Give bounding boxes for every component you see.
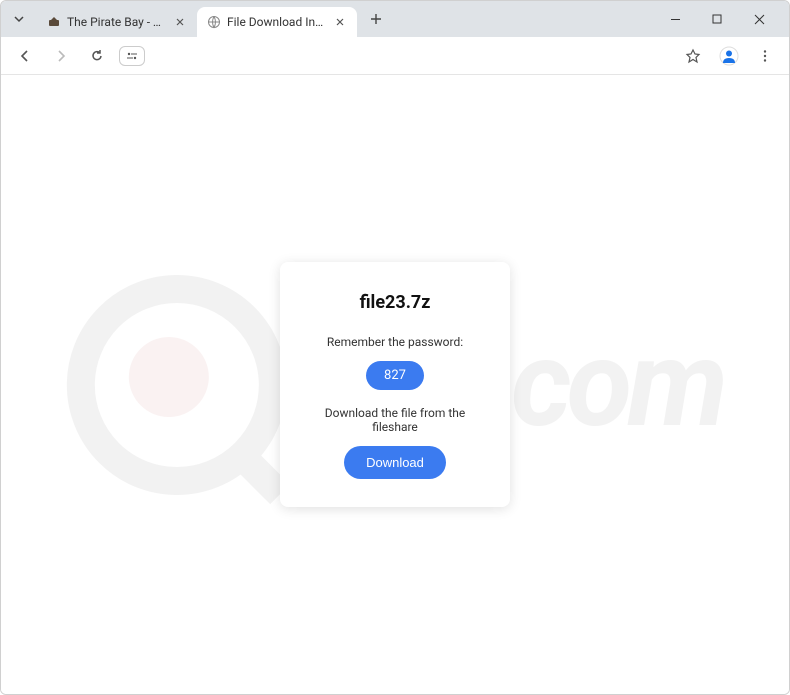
browser-titlebar: The Pirate Bay - The galaxy's m... File … [1,1,789,37]
maximize-button[interactable] [703,5,731,33]
password-badge: 827 [366,361,424,390]
profile-button[interactable] [715,42,743,70]
close-icon[interactable] [333,15,347,29]
file-name: file23.7z [320,292,470,313]
menu-button[interactable] [751,42,779,70]
window-controls [653,5,781,33]
site-settings-button[interactable] [119,46,145,66]
favicon-icon [47,15,61,29]
close-icon[interactable] [173,15,187,29]
tab-title: The Pirate Bay - The galaxy's m... [67,15,167,29]
back-button[interactable] [11,42,39,70]
download-button[interactable]: Download [344,446,446,479]
page-content: risk.com file23.7z Remember the password… [1,75,789,694]
globe-icon [207,15,221,29]
browser-toolbar [1,37,789,75]
reload-button[interactable] [83,42,111,70]
close-window-button[interactable] [745,5,773,33]
download-instruction: Download the file from the fileshare [320,406,470,434]
new-tab-button[interactable] [363,6,389,32]
tab-pirate-bay[interactable]: The Pirate Bay - The galaxy's m... [37,7,197,37]
bookmark-button[interactable] [679,42,707,70]
password-label: Remember the password: [320,335,470,349]
forward-button[interactable] [47,42,75,70]
minimize-button[interactable] [661,5,689,33]
tab-search-dropdown[interactable] [5,5,33,33]
tab-strip: The Pirate Bay - The galaxy's m... File … [37,1,357,37]
tab-file-download[interactable]: File Download Instructions for f... [197,7,357,37]
download-card: file23.7z Remember the password: 827 Dow… [280,262,510,507]
tab-title: File Download Instructions for f... [227,15,327,29]
